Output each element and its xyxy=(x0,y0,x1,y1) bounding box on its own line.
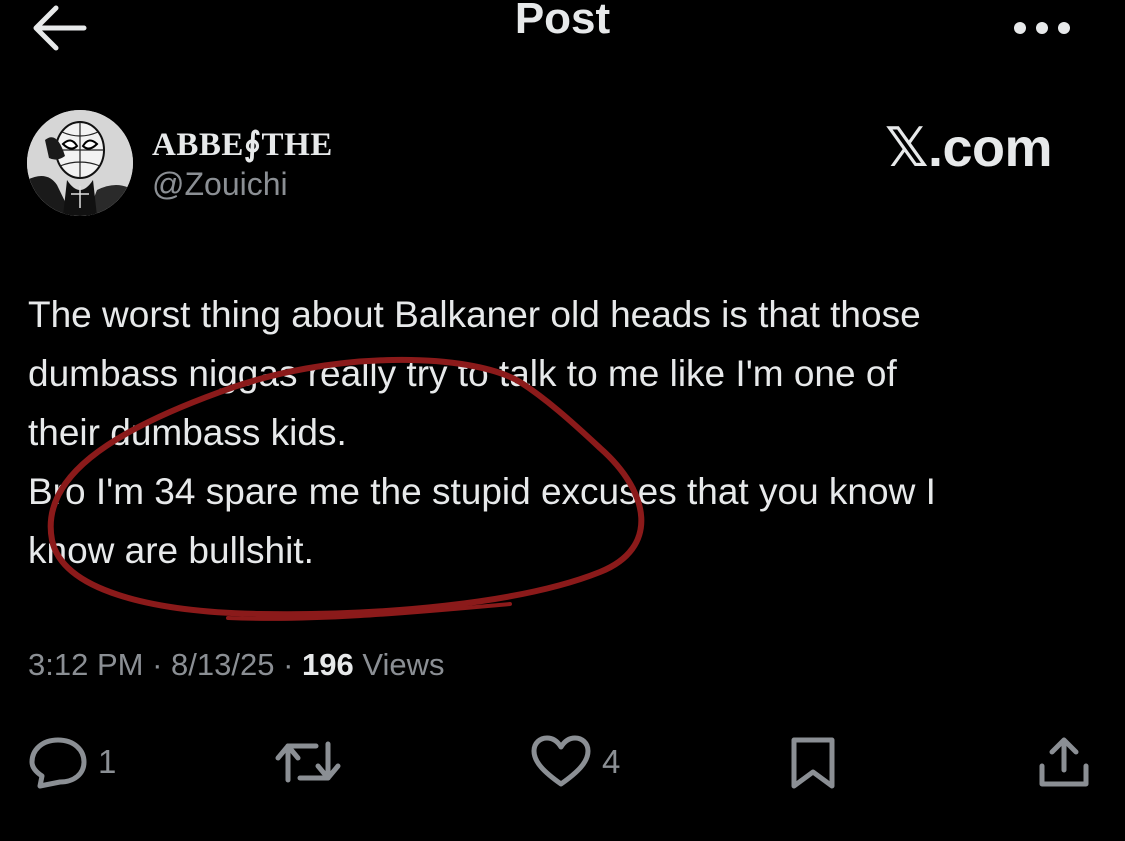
x-logo-icon: 𝕏 xyxy=(885,116,929,179)
repost-button[interactable] xyxy=(272,734,354,790)
reply-count: 1 xyxy=(98,743,117,780)
post-date: 8/13/25 xyxy=(171,647,275,682)
bookmark-button[interactable] xyxy=(788,734,838,790)
post-meta: 3:12 PM · 8/13/25 · 196 Views xyxy=(28,647,445,683)
bookmark-icon xyxy=(791,737,835,789)
views-count[interactable]: 196 xyxy=(302,647,354,682)
meta-separator: · xyxy=(152,647,163,682)
views-label[interactable]: Views xyxy=(362,647,444,682)
meta-separator: · xyxy=(283,647,294,682)
avatar[interactable] xyxy=(27,110,133,216)
post-text-line: know are bullshit. xyxy=(28,530,314,571)
more-options-button[interactable] xyxy=(1010,10,1074,46)
post-text-line: their dumbass kids. xyxy=(28,412,347,453)
post-text-line: dumbass niggas really try to talk to me … xyxy=(28,353,897,394)
watermark-suffix: .com xyxy=(928,118,1053,178)
heart-icon xyxy=(531,735,591,787)
more-horizontal-icon xyxy=(1014,22,1070,34)
back-button[interactable] xyxy=(30,0,90,56)
author-display-name[interactable]: ABBE∮THE xyxy=(152,124,333,164)
post-time: 3:12 PM xyxy=(28,647,144,682)
like-count: 4 xyxy=(602,743,621,780)
like-button[interactable]: 4 xyxy=(530,734,620,790)
repost-icon xyxy=(275,741,341,783)
x-com-watermark: 𝕏.com xyxy=(885,116,1053,179)
reply-button[interactable]: 1 xyxy=(28,734,116,790)
author-handle[interactable]: @Zouichi xyxy=(152,166,288,203)
post-text-line: Bro I'm 34 spare me the stupid excuses t… xyxy=(28,471,936,512)
share-icon xyxy=(1039,737,1089,787)
page-title: Post xyxy=(514,0,611,43)
arrow-left-icon xyxy=(33,5,87,51)
spider-man-avatar-icon xyxy=(27,110,133,216)
post-text-line: The worst thing about Balkaner old heads… xyxy=(28,294,921,335)
share-button[interactable] xyxy=(1036,734,1092,790)
reply-icon xyxy=(29,737,87,789)
post-text: The worst thing about Balkaner old heads… xyxy=(28,285,1103,580)
